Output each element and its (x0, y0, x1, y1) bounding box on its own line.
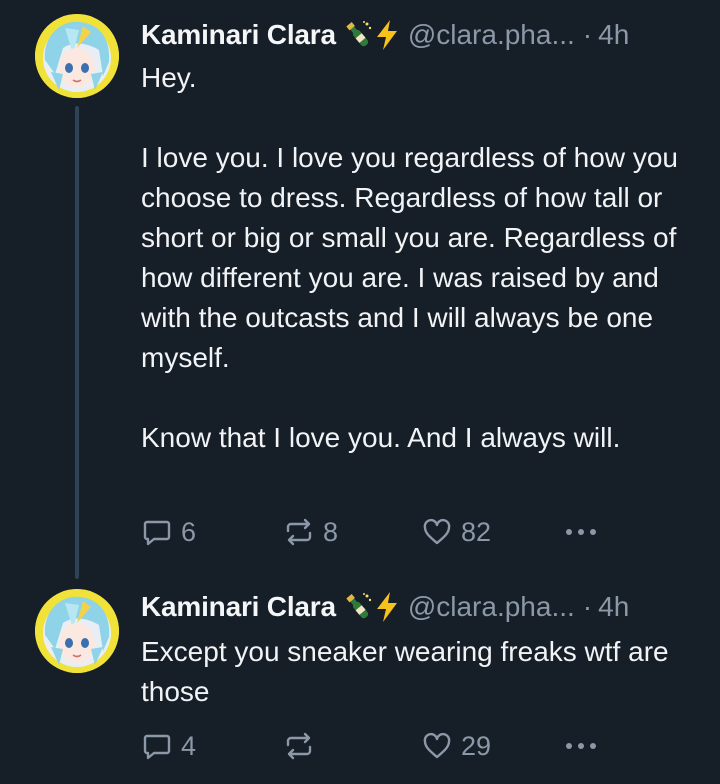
author-handle[interactable]: @clara.pha... (408, 15, 575, 55)
post[interactable]: Kaminari Clara @clara.pha... · 4h Hey. I… (0, 0, 720, 580)
author-emojis (344, 591, 400, 623)
post-paragraph: Except you sneaker wearing freaks wtf ar… (141, 636, 669, 707)
avatar-image (35, 14, 119, 98)
repost-button[interactable]: 8 (283, 512, 338, 552)
post-paragraph: Know that I love you. And I always will. (141, 422, 621, 453)
repost-icon (286, 732, 312, 760)
like-button[interactable]: 82 (421, 512, 491, 552)
champagne-bottle-icon (346, 21, 372, 47)
post-text: Hey. I love you. I love you regardless o… (141, 58, 701, 458)
post-header: Kaminari Clara @clara.pha... · 4h (141, 15, 629, 55)
author-handle[interactable]: @clara.pha... (408, 587, 575, 627)
like-button[interactable]: 29 (421, 726, 491, 766)
post[interactable]: Kaminari Clara @clara.pha... · 4h Except (0, 580, 720, 784)
reply-count: 6 (181, 516, 197, 547)
reply-button[interactable]: 6 (141, 512, 196, 552)
avatar[interactable] (35, 14, 119, 98)
like-count: 82 (461, 516, 492, 547)
post-time[interactable]: 4h (598, 587, 629, 627)
heart-icon (423, 518, 451, 545)
post-actions: 6 8 82 (141, 512, 611, 552)
avatar-image (35, 589, 119, 673)
repost-button[interactable] (283, 726, 323, 766)
heart-icon (423, 732, 451, 759)
post-actions: 4 29 (141, 726, 611, 766)
lightning-bolt-icon (376, 20, 397, 50)
more-options-button[interactable] (561, 512, 601, 552)
reply-icon (143, 520, 171, 546)
post-header: Kaminari Clara @clara.pha... · 4h (141, 587, 629, 627)
post-time[interactable]: 4h (598, 15, 629, 55)
repost-icon (286, 518, 312, 546)
more-dots-icon (566, 743, 596, 749)
post-paragraph: Hey. (141, 62, 197, 93)
separator-dot: · (582, 591, 593, 622)
author-name[interactable]: Kaminari Clara (141, 15, 336, 55)
post-text: Except you sneaker wearing freaks wtf ar… (141, 632, 701, 712)
post-paragraph: I love you. I love you regardless of how… (141, 142, 678, 373)
separator-dot: · (582, 19, 593, 50)
reply-count: 4 (181, 730, 197, 761)
avatar[interactable] (35, 589, 119, 673)
reply-button[interactable]: 4 (141, 726, 196, 766)
lightning-bolt-icon (376, 592, 397, 622)
champagne-bottle-icon (346, 593, 372, 619)
like-count: 29 (461, 730, 492, 761)
reply-icon (143, 734, 171, 760)
repost-count: 8 (323, 516, 339, 547)
more-options-button[interactable] (561, 726, 601, 766)
author-name[interactable]: Kaminari Clara (141, 587, 336, 627)
author-emojis (344, 19, 400, 51)
more-dots-icon (566, 529, 596, 535)
